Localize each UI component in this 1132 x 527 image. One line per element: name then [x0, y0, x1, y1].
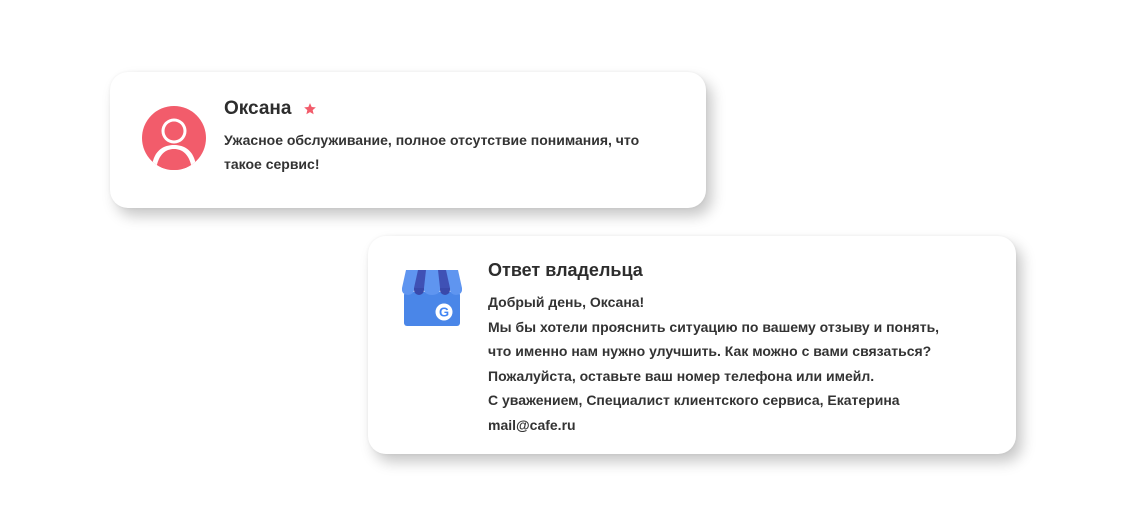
- review-author-name: Оксана: [224, 98, 292, 119]
- reply-title: Ответ владельца: [488, 260, 643, 280]
- reply-line: Пожалуйста, оставьте ваш номер телефона …: [488, 367, 875, 384]
- owner-reply-card: G Ответ владельца Добрый день, Оксана! М…: [368, 236, 1016, 454]
- reply-line: Добрый день, Оксана!: [488, 294, 645, 310]
- review-author-row: Оксана: [224, 98, 317, 120]
- svg-text:G: G: [439, 305, 449, 320]
- reply-line: что именно нам нужно улучшить. Как можно…: [488, 343, 932, 359]
- star-icon: [304, 103, 317, 115]
- user-avatar-icon: [142, 106, 206, 170]
- reply-line: С уважением, Специалист клиентского серв…: [488, 392, 900, 408]
- reply-email: mail@cafe.ru: [488, 416, 576, 433]
- review-text: Ужасное обслуживание, полное отсутствие …: [224, 132, 640, 172]
- review-card: Оксана Ужасное обслуживание, полное отсу…: [110, 72, 706, 208]
- google-my-business-icon: G: [402, 270, 462, 326]
- reply-line: Мы бы хотели прояснить ситуацию по вашем…: [488, 318, 940, 335]
- reply-text: Добрый день, Оксана! Мы бы хотели проясн…: [488, 290, 988, 437]
